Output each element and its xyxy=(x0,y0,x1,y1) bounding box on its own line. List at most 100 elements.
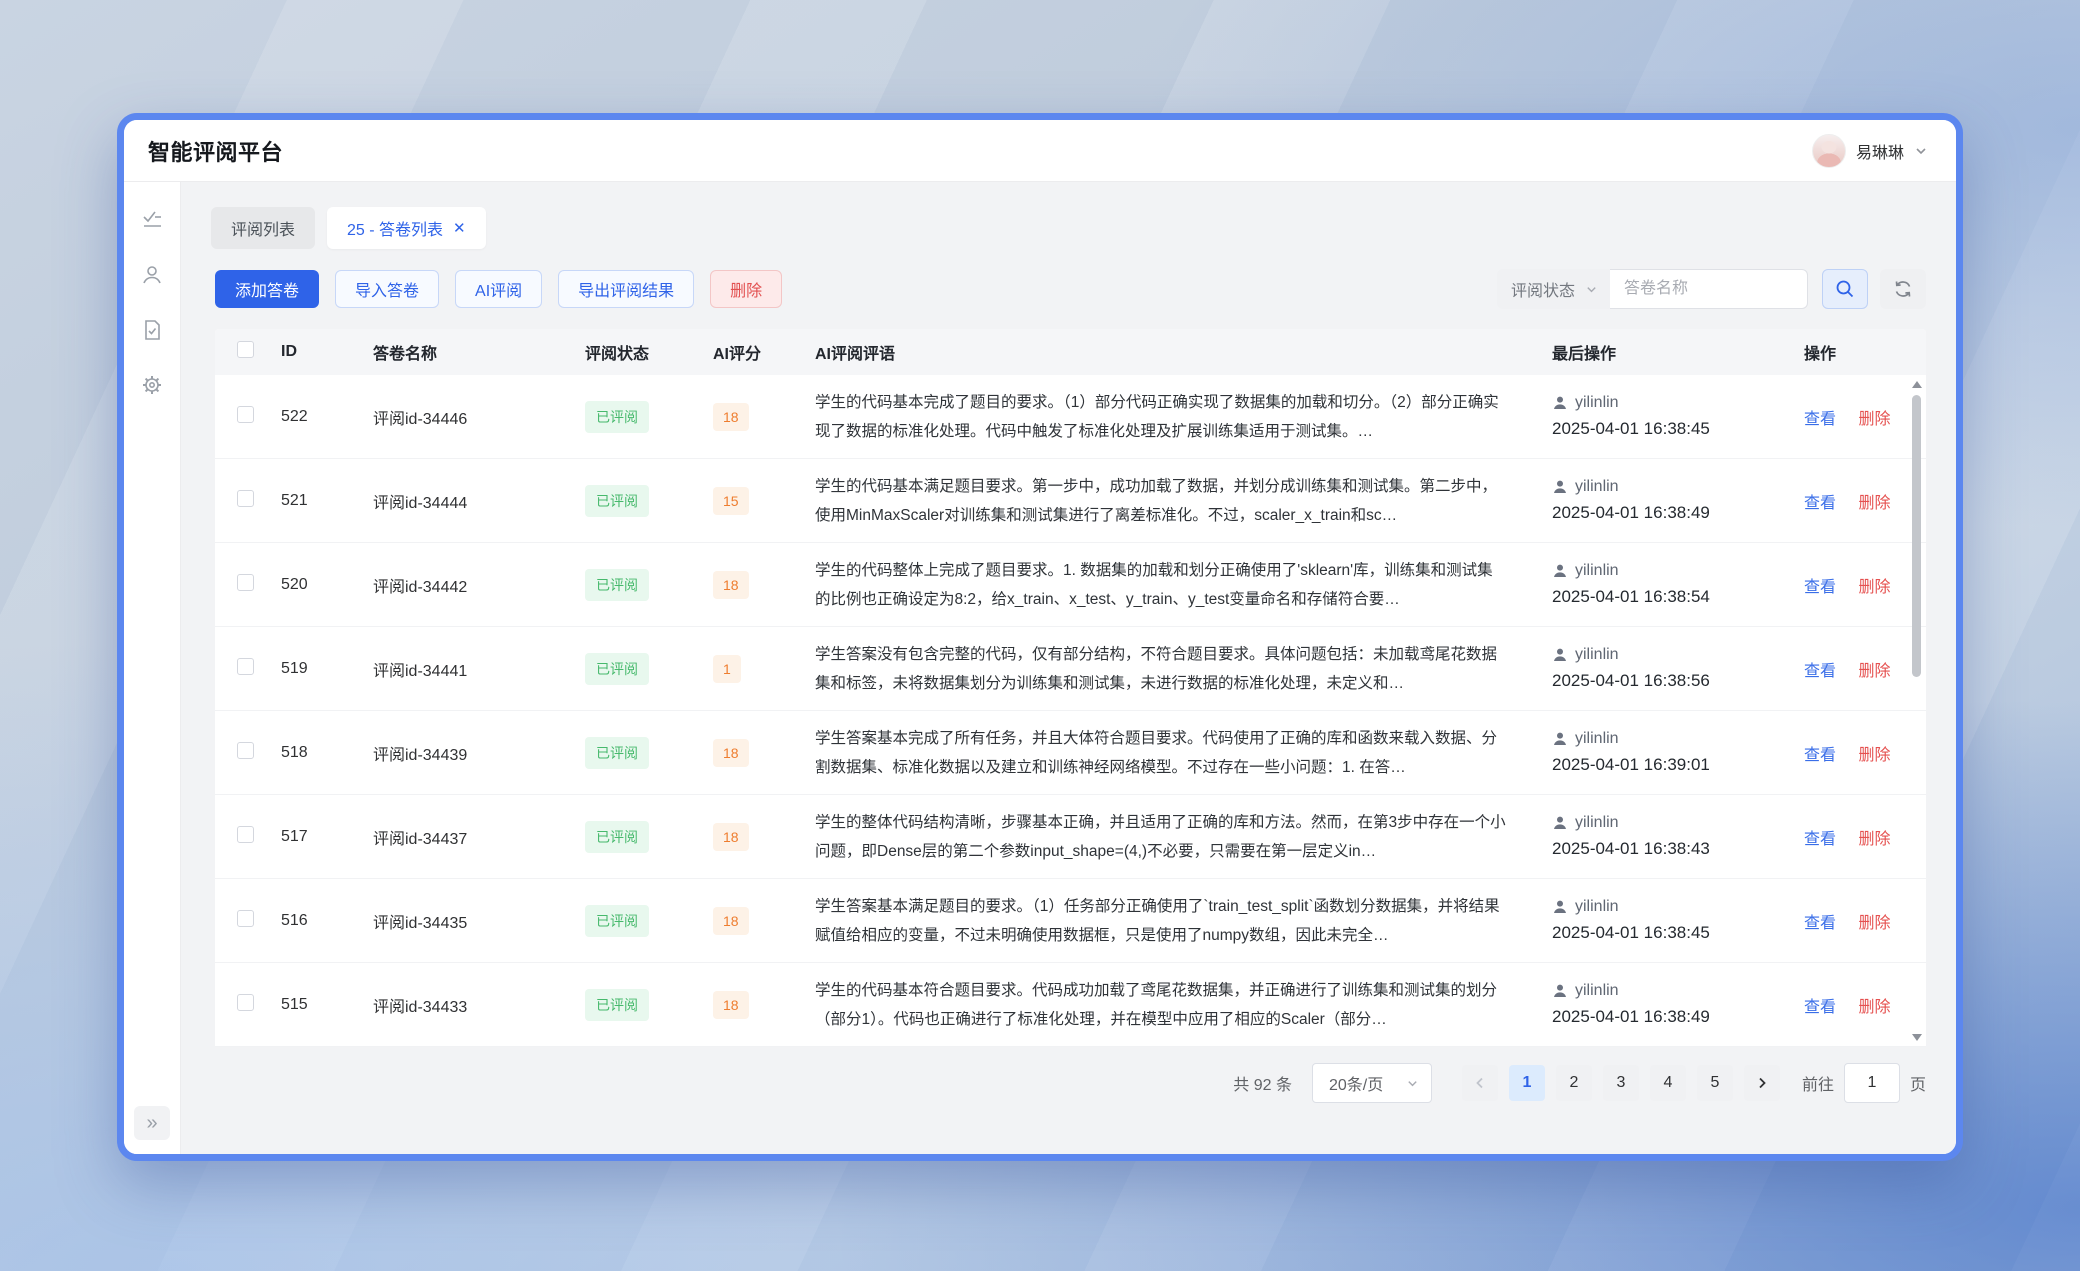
table-row: 518 评阅id-34439 已评阅 18 学生答案基本完成了所有任务，并且大体… xyxy=(215,711,1926,795)
add-answer-button[interactable]: 添加答卷 xyxy=(215,270,319,308)
row-checkbox[interactable] xyxy=(237,826,254,843)
row-id: 515 xyxy=(281,996,373,1014)
page-button-5[interactable]: 5 xyxy=(1697,1065,1733,1101)
total-count: 共 92 条 xyxy=(1233,1071,1292,1095)
refresh-button[interactable] xyxy=(1880,269,1926,309)
row-last-op: yilinlin 2025-04-01 16:38:56 xyxy=(1552,646,1804,691)
view-link[interactable]: 查看 xyxy=(1804,999,1836,1016)
view-link[interactable]: 查看 xyxy=(1804,747,1836,764)
goto-page-input[interactable] xyxy=(1844,1063,1900,1103)
row-comment: 学生的整体代码结构清晰，步骤基本正确，并且适用了正确的库和方法。然而，在第3步中… xyxy=(815,808,1552,866)
prev-page-button[interactable] xyxy=(1462,1065,1498,1101)
delete-link[interactable]: 删除 xyxy=(1858,579,1890,596)
view-link[interactable]: 查看 xyxy=(1804,915,1836,932)
row-checkbox[interactable] xyxy=(237,658,254,675)
score-badge: 18 xyxy=(713,571,749,599)
row-id: 521 xyxy=(281,492,373,510)
row-checkbox[interactable] xyxy=(237,490,254,507)
delete-link[interactable]: 删除 xyxy=(1858,495,1890,512)
table-row: 517 评阅id-34437 已评阅 18 学生的整体代码结构清晰，步骤基本正确… xyxy=(215,795,1926,879)
row-checkbox[interactable] xyxy=(237,406,254,423)
delete-link[interactable]: 删除 xyxy=(1858,411,1890,428)
row-time: 2025-04-01 16:38:45 xyxy=(1552,923,1794,943)
review-checklist-icon[interactable] xyxy=(140,208,164,232)
page-button-3[interactable]: 3 xyxy=(1603,1065,1639,1101)
export-results-button[interactable]: 导出评阅结果 xyxy=(558,270,694,308)
view-link[interactable]: 查看 xyxy=(1804,579,1836,596)
person-icon xyxy=(1552,647,1568,663)
score-badge: 1 xyxy=(713,655,741,683)
ai-review-button[interactable]: AI评阅 xyxy=(455,270,542,308)
table-scrollbar[interactable] xyxy=(1910,379,1924,1043)
status-badge: 已评阅 xyxy=(585,737,649,769)
row-comment: 学生的代码基本完成了题目的要求。（1）部分代码正确实现了数据集的加载和切分。（2… xyxy=(815,388,1552,446)
search-icon xyxy=(1834,278,1856,300)
row-id: 519 xyxy=(281,660,373,678)
row-last-op: yilinlin 2025-04-01 16:39:01 xyxy=(1552,730,1804,775)
scrollbar-thumb[interactable] xyxy=(1912,395,1921,677)
row-id: 517 xyxy=(281,828,373,846)
toolbar: 添加答卷 导入答卷 AI评阅 导出评阅结果 删除 评阅状态 xyxy=(181,269,1956,309)
page-button-4[interactable]: 4 xyxy=(1650,1065,1686,1101)
table-row: 515 评阅id-34433 已评阅 18 学生的代码基本符合题目要求。代码成功… xyxy=(215,963,1926,1047)
status-badge: 已评阅 xyxy=(585,569,649,601)
scroll-down-icon[interactable] xyxy=(1912,1034,1922,1041)
sidebar: » xyxy=(124,182,181,1154)
view-link[interactable]: 查看 xyxy=(1804,831,1836,848)
user-menu[interactable]: 易琳琳 xyxy=(1812,134,1928,168)
row-name: 评阅id-34435 xyxy=(373,909,585,933)
row-checkbox[interactable] xyxy=(237,574,254,591)
row-checkbox[interactable] xyxy=(237,742,254,759)
tab-bar: 评阅列表 25 - 答卷列表 ✕ xyxy=(181,182,1956,249)
sidebar-collapse-button[interactable]: » xyxy=(134,1106,170,1140)
select-all-checkbox[interactable] xyxy=(237,341,254,358)
row-last-op: yilinlin 2025-04-01 16:38:49 xyxy=(1552,478,1804,523)
delete-link[interactable]: 删除 xyxy=(1858,663,1890,680)
row-checkbox[interactable] xyxy=(237,910,254,927)
user-icon[interactable] xyxy=(140,263,164,287)
page-size-select[interactable]: 20条/页 xyxy=(1312,1063,1432,1103)
view-link[interactable]: 查看 xyxy=(1804,411,1836,428)
status-badge: 已评阅 xyxy=(585,989,649,1021)
delete-link[interactable]: 删除 xyxy=(1858,915,1890,932)
chevron-down-icon xyxy=(1406,1077,1419,1090)
import-answer-button[interactable]: 导入答卷 xyxy=(335,270,439,308)
view-link[interactable]: 查看 xyxy=(1804,663,1836,680)
delete-link[interactable]: 删除 xyxy=(1858,999,1890,1016)
person-icon xyxy=(1552,815,1568,831)
delete-link[interactable]: 删除 xyxy=(1858,747,1890,764)
row-operator: yilinlin xyxy=(1575,982,1619,1000)
answer-name-input[interactable] xyxy=(1610,269,1808,309)
score-badge: 15 xyxy=(713,487,749,515)
person-icon xyxy=(1552,563,1568,579)
row-checkbox[interactable] xyxy=(237,994,254,1011)
settings-gear-icon[interactable] xyxy=(140,373,164,397)
status-badge: 已评阅 xyxy=(585,653,649,685)
row-name: 评阅id-34439 xyxy=(373,741,585,765)
tab-close-icon[interactable]: ✕ xyxy=(453,221,466,236)
delete-link[interactable]: 删除 xyxy=(1858,831,1890,848)
page-button-1[interactable]: 1 xyxy=(1509,1065,1545,1101)
document-check-icon[interactable] xyxy=(140,318,164,342)
row-operator: yilinlin xyxy=(1575,730,1619,748)
row-comment: 学生答案基本完成了所有任务，并且大体符合题目要求。代码使用了正确的库和函数来载入… xyxy=(815,724,1552,782)
page-button-2[interactable]: 2 xyxy=(1556,1065,1592,1101)
scroll-up-icon[interactable] xyxy=(1912,381,1922,388)
delete-button[interactable]: 删除 xyxy=(710,270,782,308)
tab-review-list[interactable]: 评阅列表 xyxy=(211,207,315,249)
tab-answer-sheet-list[interactable]: 25 - 答卷列表 ✕ xyxy=(327,207,486,249)
table-row: 519 评阅id-34441 已评阅 1 学生答案没有包含完整的代码，仅有部分结… xyxy=(215,627,1926,711)
row-time: 2025-04-01 16:38:56 xyxy=(1552,671,1794,691)
table-body: 522 评阅id-34446 已评阅 18 学生的代码基本完成了题目的要求。（1… xyxy=(215,375,1926,1047)
status-badge: 已评阅 xyxy=(585,821,649,853)
row-operator: yilinlin xyxy=(1575,478,1619,496)
search-button[interactable] xyxy=(1822,269,1868,309)
chevron-down-icon xyxy=(1914,144,1928,158)
review-status-select[interactable]: 评阅状态 xyxy=(1497,269,1610,309)
next-page-button[interactable] xyxy=(1744,1065,1780,1101)
row-time: 2025-04-01 16:38:54 xyxy=(1552,587,1794,607)
row-id: 522 xyxy=(281,408,373,426)
view-link[interactable]: 查看 xyxy=(1804,495,1836,512)
table-row: 522 评阅id-34446 已评阅 18 学生的代码基本完成了题目的要求。（1… xyxy=(215,375,1926,459)
row-operator: yilinlin xyxy=(1575,814,1619,832)
